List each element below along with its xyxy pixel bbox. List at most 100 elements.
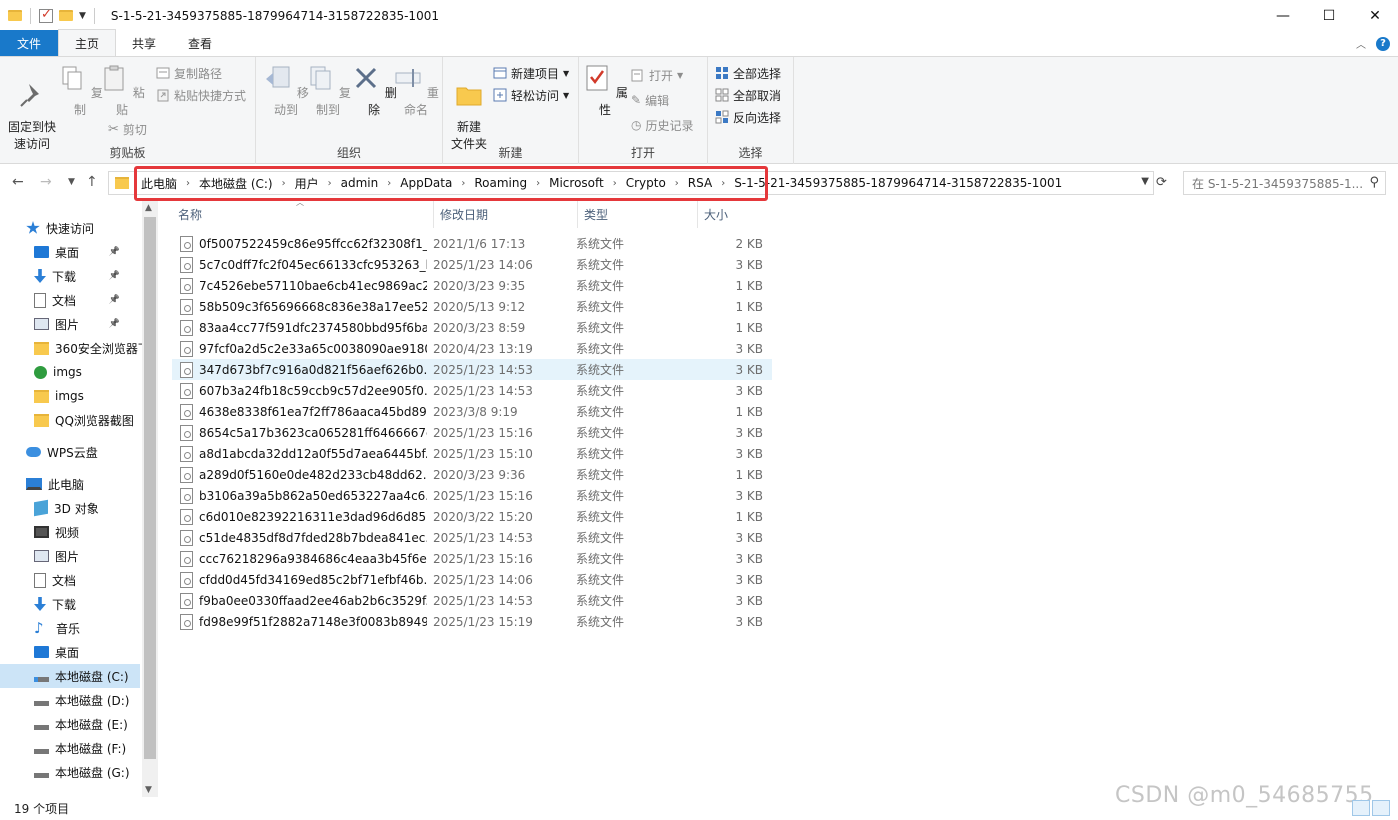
file-row[interactable]: 347d673bf7c916a0d821f56aef626b0... 2025/1…	[172, 359, 772, 380]
breadcrumb-chevron-icon[interactable]: ›	[183, 178, 193, 189]
file-row[interactable]: 5c7c0dff7fc2f045ec66133cfc953263_b... 202…	[172, 254, 772, 275]
breadcrumb-chevron-icon[interactable]: ›	[384, 178, 394, 189]
select-none-button[interactable]: 全部取消	[715, 85, 781, 105]
edit-button[interactable]: ✎ 编辑	[631, 90, 669, 110]
file-row[interactable]: 4638e8338f61ea7f2ff786aaca45bd89... 2023/…	[172, 401, 772, 422]
sidebar-item[interactable]: 本地磁盘 (E:)	[0, 712, 140, 736]
up-arrow-icon[interactable]: ↑	[86, 174, 98, 190]
breadcrumb-item[interactable]: 用户	[289, 175, 325, 192]
sidebar-item[interactable]: 本地磁盘 (G:)	[0, 760, 140, 784]
sidebar-item[interactable]: QQ浏览器截图	[0, 408, 140, 432]
tab-file[interactable]: 文件	[0, 30, 58, 56]
file-row[interactable]: cfdd0d45fd34169ed85c2bf71efbf46b... 2025/…	[172, 569, 772, 590]
column-date[interactable]: 修改日期	[434, 201, 578, 228]
paste-button[interactable]: 粘贴	[96, 63, 148, 119]
cut-button[interactable]: ✂ 剪切	[108, 119, 147, 139]
sidebar-item[interactable]: 桌面	[0, 640, 140, 664]
scroll-thumb[interactable]	[144, 217, 156, 759]
breadcrumb-chevron-icon[interactable]: ›	[672, 178, 682, 189]
file-row[interactable]: 83aa4cc77f591dfc2374580bbd95f6ba... 2020/…	[172, 317, 772, 338]
tab-home[interactable]: 主页	[58, 29, 117, 56]
breadcrumb-item[interactable]: Microsoft	[543, 176, 610, 190]
nav-scrollbar[interactable]: ▲ ▼	[142, 201, 158, 797]
scroll-up-icon[interactable]: ▲	[145, 203, 152, 213]
breadcrumb-item[interactable]: 此电脑	[135, 175, 183, 192]
help-icon[interactable]: ?	[1376, 36, 1390, 51]
tab-view[interactable]: 查看	[172, 30, 228, 56]
breadcrumb-chevron-icon[interactable]: ›	[279, 178, 289, 189]
sidebar-item[interactable]: 本地磁盘 (D:)	[0, 688, 140, 712]
pin-quick-access-button[interactable]: 固定到快 速访问	[6, 63, 58, 153]
sidebar-item[interactable]: imgs	[0, 360, 140, 384]
file-row[interactable]: 7c4526ebe57110bae6cb41ec9869ac2... 2020/3…	[172, 275, 772, 296]
sidebar-item[interactable]: 文档	[0, 568, 140, 592]
new-folder-icon[interactable]	[59, 10, 73, 21]
search-input[interactable]: 在 S-1-5-21-3459375885-1... ⚲	[1183, 171, 1386, 195]
file-row[interactable]: b3106a39a5b862a50ed653227aa4c6... 2025/1/…	[172, 485, 772, 506]
history-button[interactable]: ◷ 历史记录	[631, 115, 694, 135]
back-arrow-icon[interactable]: ←	[12, 174, 24, 190]
sidebar-item[interactable]: ♪ 音乐	[0, 616, 140, 640]
column-type[interactable]: 类型	[578, 201, 698, 228]
invert-selection-button[interactable]: 反向选择	[715, 107, 781, 127]
breadcrumb-chevron-icon[interactable]: ›	[458, 178, 468, 189]
sidebar-item[interactable]: 文档 📌	[0, 288, 140, 312]
properties-button[interactable]: 属性	[579, 63, 631, 119]
details-view-icon[interactable]	[1352, 800, 1370, 816]
nav-this-pc[interactable]: 此电脑	[0, 472, 140, 496]
file-row[interactable]: 0f5007522459c86e95ffcc62f32308f1_... 2021…	[172, 233, 772, 254]
file-row[interactable]: c51de4835df8d7fded28b7bdea841ec... 2025/1…	[172, 527, 772, 548]
copy-to-button[interactable]: 复制到	[302, 63, 354, 119]
recent-locations-chevron-icon[interactable]: ▼	[68, 177, 75, 187]
breadcrumb-item[interactable]: AppData	[394, 176, 458, 190]
select-all-button[interactable]: 全部选择	[715, 63, 781, 83]
customize-toolbar-chevron-icon[interactable]: ▼	[79, 11, 86, 21]
sidebar-item[interactable]: 视频	[0, 520, 140, 544]
open-button[interactable]: 打开 ▼	[631, 65, 683, 85]
file-row[interactable]: 58b509c3f65696668c836e38a17ee52... 2020/5…	[172, 296, 772, 317]
file-row[interactable]: ccc76218296a9384686c4eaa3b45f6ec... 2025/…	[172, 548, 772, 569]
breadcrumb-chevron-icon[interactable]: ›	[610, 178, 620, 189]
sidebar-item[interactable]: 下载 📌	[0, 264, 140, 288]
copy-path-button[interactable]: 复制路径	[156, 63, 222, 83]
maximize-button[interactable]: ☐	[1306, 0, 1352, 31]
minimize-button[interactable]: —	[1260, 0, 1306, 31]
breadcrumb-item[interactable]: Crypto	[620, 176, 672, 190]
sidebar-item[interactable]: 360安全浏览器下	[0, 336, 150, 360]
refresh-icon[interactable]: ⟳	[1156, 175, 1167, 190]
sidebar-item[interactable]: 下载	[0, 592, 140, 616]
sidebar-item[interactable]: 图片	[0, 544, 140, 568]
column-size[interactable]: 大小	[698, 201, 776, 228]
sidebar-item[interactable]: 本地磁盘 (F:)	[0, 736, 140, 760]
breadcrumb-item[interactable]: S-1-5-21-3459375885-1879964714-315872283…	[728, 176, 1068, 190]
breadcrumb-chevron-icon[interactable]: ›	[718, 178, 728, 189]
file-row[interactable]: 607b3a24fb18c59ccb9c57d2ee905f0... 2025/1…	[172, 380, 772, 401]
new-folder-button[interactable]: 新建 文件夹	[443, 63, 495, 153]
breadcrumb-chevron-icon[interactable]: ›	[325, 178, 335, 189]
sidebar-item[interactable]: 本地磁盘 (C:)	[0, 664, 140, 688]
sidebar-item[interactable]: 图片 📌	[0, 312, 140, 336]
breadcrumb-item[interactable]: RSA	[682, 176, 718, 190]
address-bar[interactable]: 此电脑 › 本地磁盘 (C:) › 用户 › admin › AppData › Roaming › M…	[108, 171, 1154, 195]
sidebar-item[interactable]: imgs	[0, 384, 140, 408]
close-button[interactable]: ✕	[1352, 0, 1398, 31]
file-row[interactable]: 97fcf0a2d5c2e33a65c0038090ae9180... 2020/…	[172, 338, 772, 359]
file-row[interactable]: c6d010e82392216311e3dad96d6d85... 2020/3/…	[172, 506, 772, 527]
address-dropdown-chevron-icon[interactable]: ▼	[1141, 176, 1149, 187]
sidebar-item[interactable]: 3D 对象	[0, 496, 140, 520]
breadcrumb-item[interactable]: admin	[335, 176, 385, 190]
easy-access-button[interactable]: 轻松访问 ▼	[493, 85, 569, 105]
rename-button[interactable]: 重命名	[390, 63, 442, 119]
tab-share[interactable]: 共享	[116, 30, 172, 56]
new-item-button[interactable]: 新建项目 ▼	[493, 63, 569, 83]
file-row[interactable]: 8654c5a17b3623ca065281ff6466667e... 2025/…	[172, 422, 772, 443]
scroll-down-icon[interactable]: ▼	[145, 785, 152, 795]
paste-shortcut-button[interactable]: 粘贴快捷方式	[156, 85, 246, 105]
forward-arrow-icon[interactable]: →	[40, 174, 52, 190]
file-row[interactable]: f9ba0ee0330ffaad2ee46ab2b6c3529f... 2025/…	[172, 590, 772, 611]
file-row[interactable]: fd98e99f51f2882a7148e3f0083b8949... 2025/…	[172, 611, 772, 632]
file-row[interactable]: a8d1abcda32dd12a0f55d7aea6445bf... 2025/1…	[172, 443, 772, 464]
collapse-ribbon-chevron-icon[interactable]: ︿	[1356, 36, 1366, 51]
properties-check-icon[interactable]	[39, 7, 53, 23]
sidebar-item[interactable]: 桌面 📌	[0, 240, 140, 264]
